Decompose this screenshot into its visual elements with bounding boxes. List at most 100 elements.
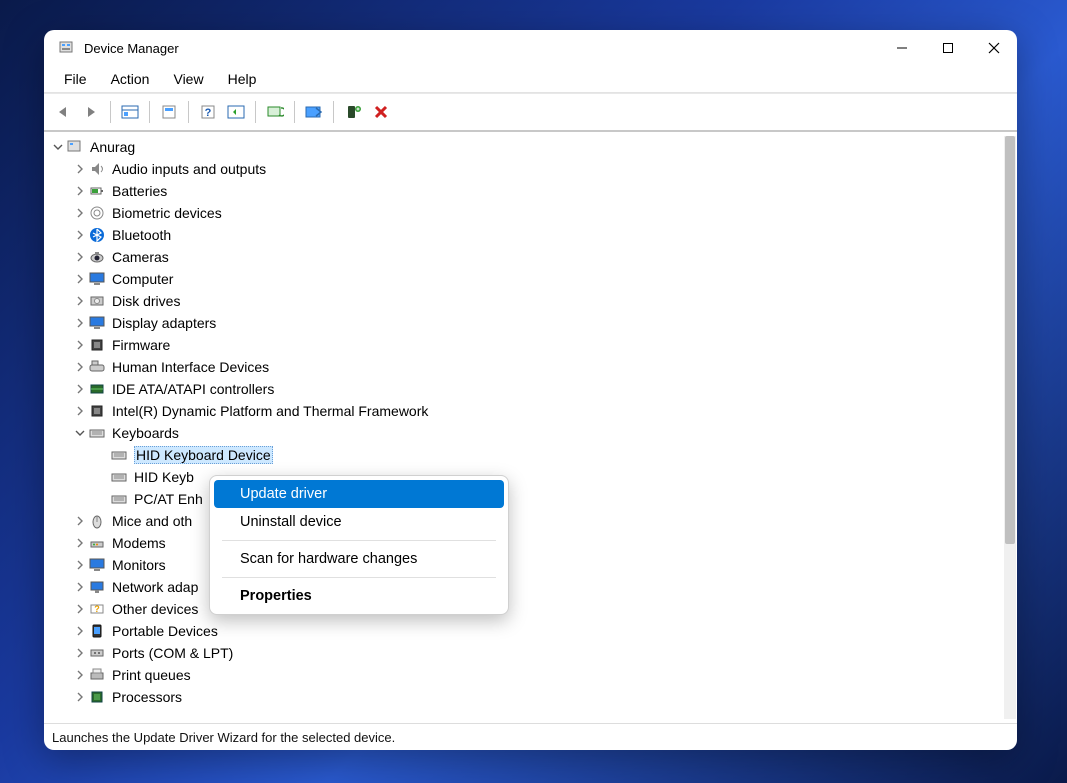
tree-device[interactable]: HID Keyboard Device: [44, 444, 1003, 466]
ctx-separator: [222, 577, 496, 578]
tree-device[interactable]: PC/AT Enh: [44, 488, 1003, 510]
back-button[interactable]: [50, 99, 76, 125]
scan-button[interactable]: [223, 99, 249, 125]
expander-icon[interactable]: [74, 669, 86, 681]
toolbar-separator: [294, 101, 295, 123]
expander-icon[interactable]: [74, 405, 86, 417]
tree-category[interactable]: ?Other devices: [44, 598, 1003, 620]
tree-root[interactable]: Anurag: [44, 136, 1003, 158]
expander-icon[interactable]: [74, 537, 86, 549]
expander-icon[interactable]: [52, 141, 64, 153]
tree-category[interactable]: Computer: [44, 268, 1003, 290]
expander-icon[interactable]: [74, 273, 86, 285]
tree-category[interactable]: Intel(R) Dynamic Platform and Thermal Fr…: [44, 400, 1003, 422]
tree-category[interactable]: Portable Devices: [44, 620, 1003, 642]
svg-text:?: ?: [205, 107, 212, 119]
tree-label: Network adap: [112, 579, 198, 595]
tree-label: Monitors: [112, 557, 166, 573]
tree-category[interactable]: Batteries: [44, 180, 1003, 202]
tree-category[interactable]: Display adapters: [44, 312, 1003, 334]
tree-label: HID Keyb: [134, 469, 194, 485]
tree-category[interactable]: Monitors: [44, 554, 1003, 576]
device-icon: [88, 623, 106, 639]
expander-icon[interactable]: [74, 603, 86, 615]
device-icon: [88, 535, 106, 551]
ctx-update-driver[interactable]: Update driver: [214, 480, 504, 508]
maximize-button[interactable]: [925, 30, 971, 66]
tree-category[interactable]: Audio inputs and outputs: [44, 158, 1003, 180]
device-icon: [88, 315, 106, 331]
tree-category[interactable]: Biometric devices: [44, 202, 1003, 224]
device-icon: [88, 579, 106, 595]
device-icon: [88, 271, 106, 287]
tree-category[interactable]: IDE ATA/ATAPI controllers: [44, 378, 1003, 400]
expander-icon[interactable]: [74, 251, 86, 263]
device-icon: [66, 139, 84, 155]
add-device-button[interactable]: [340, 99, 366, 125]
menu-file[interactable]: File: [52, 69, 99, 89]
ctx-properties[interactable]: Properties: [214, 582, 504, 610]
tree-category[interactable]: Processors: [44, 686, 1003, 708]
expander-icon[interactable]: [74, 207, 86, 219]
expander-icon[interactable]: [96, 493, 108, 505]
uninstall-button[interactable]: [368, 99, 394, 125]
help-button[interactable]: ?: [195, 99, 221, 125]
device-icon: [110, 491, 128, 507]
expander-icon[interactable]: [74, 427, 86, 439]
disable-button[interactable]: [301, 99, 327, 125]
expander-icon[interactable]: [74, 339, 86, 351]
menu-view[interactable]: View: [161, 69, 215, 89]
tree-label: Bluetooth: [112, 227, 171, 243]
minimize-button[interactable]: [879, 30, 925, 66]
expander-icon[interactable]: [96, 449, 108, 461]
expander-icon[interactable]: [74, 581, 86, 593]
tree-label: Display adapters: [112, 315, 216, 331]
tree-category[interactable]: Disk drives: [44, 290, 1003, 312]
show-hidden-button[interactable]: [117, 99, 143, 125]
menubar: File Action View Help: [44, 66, 1017, 93]
expander-icon[interactable]: [74, 383, 86, 395]
ctx-uninstall-device[interactable]: Uninstall device: [214, 508, 504, 536]
tree-category[interactable]: Network adap: [44, 576, 1003, 598]
tree-category[interactable]: Ports (COM & LPT): [44, 642, 1003, 664]
tree-label: Computer: [112, 271, 173, 287]
close-button[interactable]: [971, 30, 1017, 66]
update-driver-button[interactable]: [262, 99, 288, 125]
titlebar[interactable]: Device Manager: [44, 30, 1017, 66]
expander-icon[interactable]: [74, 559, 86, 571]
properties-button[interactable]: [156, 99, 182, 125]
expander-icon[interactable]: [96, 471, 108, 483]
device-icon: [88, 381, 106, 397]
expander-icon[interactable]: [74, 625, 86, 637]
expander-icon[interactable]: [74, 691, 86, 703]
forward-button[interactable]: [78, 99, 104, 125]
ctx-separator: [222, 540, 496, 541]
menu-action[interactable]: Action: [99, 69, 162, 89]
tree-category[interactable]: Mice and oth: [44, 510, 1003, 532]
tree-label: Batteries: [112, 183, 167, 199]
device-icon: [88, 205, 106, 221]
device-icon: [88, 689, 106, 705]
expander-icon[interactable]: [74, 317, 86, 329]
tree-device[interactable]: HID Keyb: [44, 466, 1003, 488]
tree-category[interactable]: Bluetooth: [44, 224, 1003, 246]
menu-help[interactable]: Help: [216, 69, 269, 89]
tree-category[interactable]: Human Interface Devices: [44, 356, 1003, 378]
toolbar-separator: [255, 101, 256, 123]
expander-icon[interactable]: [74, 163, 86, 175]
tree-label: Portable Devices: [112, 623, 218, 639]
expander-icon[interactable]: [74, 515, 86, 527]
expander-icon[interactable]: [74, 361, 86, 373]
tree-category[interactable]: Keyboards: [44, 422, 1003, 444]
scrollbar-thumb[interactable]: [1005, 136, 1015, 544]
tree-category[interactable]: Firmware: [44, 334, 1003, 356]
expander-icon[interactable]: [74, 647, 86, 659]
scrollbar[interactable]: [1004, 136, 1016, 719]
expander-icon[interactable]: [74, 229, 86, 241]
tree-category[interactable]: Print queues: [44, 664, 1003, 686]
tree-category[interactable]: Modems: [44, 532, 1003, 554]
ctx-scan-hardware[interactable]: Scan for hardware changes: [214, 545, 504, 573]
expander-icon[interactable]: [74, 185, 86, 197]
tree-category[interactable]: Cameras: [44, 246, 1003, 268]
expander-icon[interactable]: [74, 295, 86, 307]
